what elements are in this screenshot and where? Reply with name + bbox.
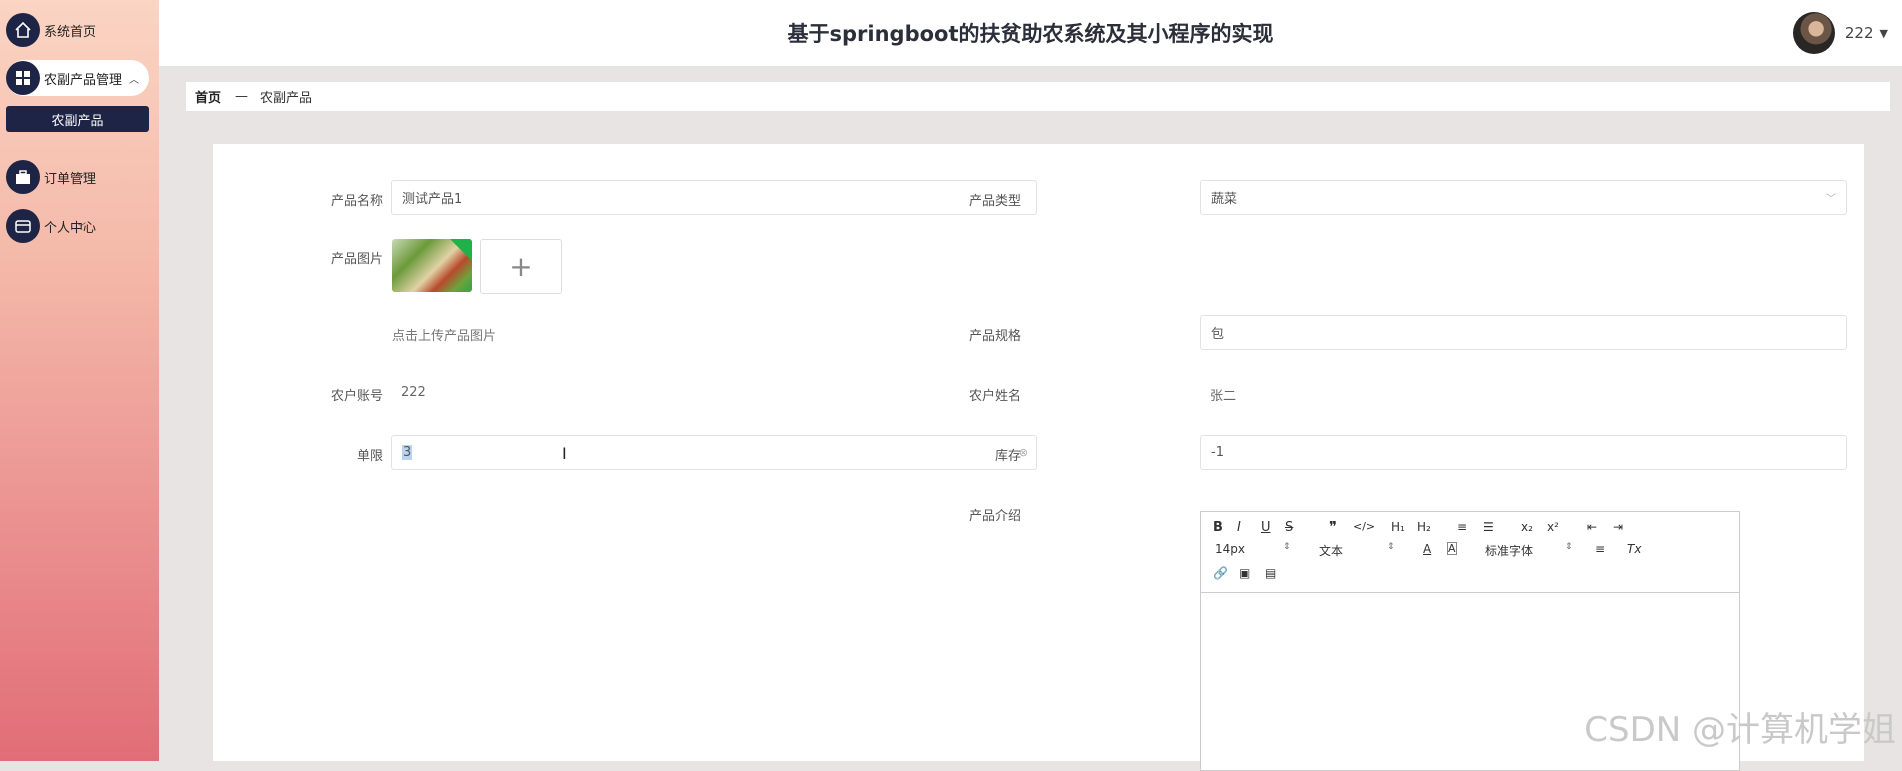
underline-icon[interactable]: U	[1261, 520, 1271, 535]
breadcrumb-separator: —	[235, 89, 249, 104]
sidebar-item-label: 农副产品管理	[44, 72, 123, 88]
sidebar-subitem-products[interactable]: 农副产品	[6, 106, 149, 132]
code-icon[interactable]: </>	[1353, 520, 1375, 533]
chevron-down-icon: ﹀	[1826, 194, 1836, 205]
updown-icon: ⇕	[1283, 542, 1291, 552]
user-menu[interactable]: 222 ▼	[1792, 12, 1888, 54]
sidebar-item-profile[interactable]: 个人中心 ﹀	[6, 208, 96, 244]
intro-label: 产品介绍	[968, 509, 1021, 524]
block-type-select[interactable]: 文本	[1319, 542, 1343, 559]
italic-icon[interactable]: I	[1237, 520, 1241, 535]
briefcase-icon	[6, 160, 40, 194]
sidebar-item-products[interactable]: 农副产品管理 ︿	[6, 60, 149, 96]
breadcrumb-current: 农副产品	[260, 91, 313, 106]
updown-icon: ⇕	[1565, 542, 1573, 552]
superscript-icon[interactable]: x²	[1547, 520, 1559, 534]
heading2-icon[interactable]: H₂	[1417, 520, 1431, 534]
image-label: 产品图片	[330, 252, 383, 267]
breadcrumb: 首页 — 农副产品	[186, 82, 1890, 111]
product-image-thumbnail[interactable]	[392, 239, 472, 292]
wallet-icon	[6, 209, 40, 243]
indent-icon[interactable]: ⇥	[1613, 520, 1623, 534]
video-icon[interactable]: ▤	[1265, 566, 1276, 580]
type-label: 产品类型	[968, 194, 1021, 209]
farmer-name-label: 农户姓名	[968, 389, 1021, 404]
image-icon[interactable]: ▣	[1239, 566, 1250, 580]
chevron-up-icon: ︿	[129, 74, 139, 86]
sidebar-item-label: 订单管理	[44, 171, 97, 187]
clear-format-icon[interactable]: Tx	[1627, 542, 1641, 556]
subscript-icon[interactable]: x₂	[1521, 520, 1533, 534]
farmer-account-label: 农户账号	[330, 389, 383, 404]
grid-icon	[6, 61, 40, 95]
outdent-icon[interactable]: ⇤	[1587, 520, 1597, 534]
strike-icon[interactable]: S	[1285, 520, 1293, 535]
spec-value: 包	[1211, 327, 1225, 342]
bold-icon[interactable]: B	[1213, 520, 1223, 535]
sidebar: 系统首页 农副产品管理 ︿ 农副产品 订单管理 ﹀ 个人中心 ﹀	[0, 0, 159, 761]
type-value: 蔬菜	[1211, 192, 1238, 207]
link-icon[interactable]: 🔗	[1213, 566, 1228, 580]
name-label: 产品名称	[330, 194, 383, 209]
spec-label: 产品规格	[968, 329, 1021, 344]
home-icon	[6, 13, 40, 47]
avatar[interactable]	[1792, 12, 1835, 54]
chevron-down-icon: ﹀	[76, 222, 87, 234]
page-title: 基于springboot的扶贫助农系统及其小程序的实现	[787, 22, 1274, 46]
heading1-icon[interactable]: H₁	[1391, 520, 1405, 534]
chevron-down-icon: ﹀	[76, 173, 87, 185]
caret-down-icon[interactable]: ▼	[1880, 27, 1888, 40]
ordered-list-icon[interactable]: ≡	[1457, 520, 1467, 534]
stock-value: -1	[1211, 445, 1224, 460]
sidebar-item-orders[interactable]: 订单管理 ﹀	[6, 159, 96, 195]
editor-toolbar: B I U S ❞ </> H₁ H₂ ≡ ☰ x₂ x² ⇤ ⇥ 14px ⇕…	[1201, 512, 1739, 593]
font-size-select[interactable]: 14px	[1215, 542, 1245, 556]
upload-plus-button[interactable]: +	[480, 239, 562, 294]
sidebar-item-home[interactable]: 系统首页	[6, 12, 96, 48]
breadcrumb-home[interactable]: 首页	[195, 87, 221, 106]
user-name[interactable]: 222	[1845, 24, 1874, 42]
limit-value: 3	[402, 445, 413, 460]
image-upload-hint[interactable]: 点击上传产品图片	[392, 325, 496, 344]
spec-input[interactable]: 包	[1200, 315, 1847, 350]
limit-label: 单限	[356, 449, 383, 464]
type-select[interactable]: 蔬菜 ﹀	[1200, 180, 1847, 215]
watermark: CSDN @计算机学姐	[1584, 710, 1896, 750]
sidebar-item-label: 系统首页	[44, 24, 97, 40]
align-icon[interactable]: ≡	[1595, 542, 1605, 556]
quote-icon[interactable]: ❞	[1329, 518, 1337, 536]
updown-icon: ⇕	[1387, 542, 1395, 552]
name-value: 测试产品1	[402, 192, 463, 207]
stock-input[interactable]: -1	[1200, 435, 1847, 470]
farmer-account-value: 222	[401, 385, 426, 400]
font-color-icon[interactable]: A	[1423, 542, 1431, 556]
header: 基于springboot的扶贫助农系统及其小程序的实现 222 ▼	[159, 0, 1902, 66]
farmer-name-value: 张二	[1210, 389, 1237, 404]
bg-color-icon[interactable]: A	[1447, 542, 1457, 555]
font-family-select[interactable]: 标准字体	[1485, 542, 1533, 559]
bullet-list-icon[interactable]: ☰	[1483, 520, 1494, 534]
sidebar-item-label: 个人中心	[44, 220, 97, 236]
stock-label: 库存	[994, 449, 1021, 464]
text-cursor-icon: I	[562, 444, 567, 463]
